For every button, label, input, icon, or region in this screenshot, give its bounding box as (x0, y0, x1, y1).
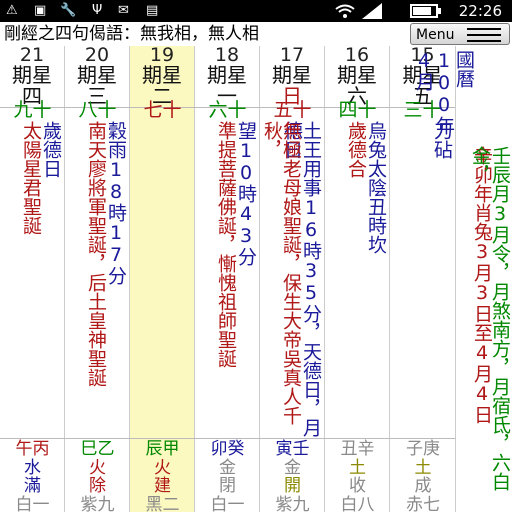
page-title: 剛經之四句偈語：無我相，無人相 (4, 24, 259, 44)
day-column-17[interactable]: 17 期星日五十 土王用事16時35分，天德日，月德日 無極老母娘聖誕，保生大帝吳真人… (260, 46, 325, 512)
ganzhi: 卯癸 (210, 439, 245, 459)
day-header: 21 期星四 (0, 46, 64, 107)
day-event: 刀砧 (431, 121, 453, 159)
weekday-label: 期星 (12, 63, 52, 87)
star-number: 紫九 (80, 495, 115, 512)
jianchu: 除 (89, 476, 106, 496)
wuxing: 金 (284, 458, 301, 478)
month-info-text: 壬辰月3月令，月煞南方，月宿氐，六白金， (469, 146, 511, 491)
day-column-21[interactable]: 21 期星四九十 歲德日 太陽星君聖誕午丙水滿白一 (0, 46, 65, 512)
day-event: 歲德日 (40, 121, 62, 178)
day-event: 穀雨18時17分 (105, 121, 127, 285)
usb-icon: Ψ (92, 3, 103, 18)
hamburger-icon (467, 28, 501, 42)
star-number: 黑二 (145, 495, 180, 512)
lunar-day: 六十 (208, 99, 247, 121)
jianchu: 開 (284, 476, 301, 496)
calendar-grid: 21 期星四九十 歲德日 太陽星君聖誕 午丙水滿白一 20 期星三八十 穀雨18時17分 南天廖… (0, 46, 512, 512)
sms-icon: ▤ (146, 3, 159, 18)
day-event: 無極老母娘聖誕，保生大帝吳真人千秋， (261, 121, 302, 425)
lunar-day: 四十 (338, 99, 377, 121)
year-month-label: 國曆100年4月 (413, 50, 475, 135)
day-column-18[interactable]: 18 期星一六十 望10時43分 準提菩薩佛誕，慚愧祖師聖誕卯癸金閉白一 (195, 46, 260, 512)
ganzhi: 子庚 (406, 439, 440, 459)
wuxing: 土 (414, 458, 432, 478)
clock: 22:26 (458, 2, 502, 20)
day-header: 18 期星一 (195, 46, 259, 107)
day-header: 20 期星三 (65, 46, 129, 107)
jianchu: 成 (414, 476, 432, 496)
jianchu: 閉 (219, 476, 236, 496)
lunar-day: 七十 (143, 99, 182, 121)
ganzhi: 午丙 (15, 439, 50, 459)
menu-label: Menu (416, 27, 455, 43)
day-event: 南天廖將軍聖誕，后土皇神聖誕 (85, 121, 107, 387)
wuxing: 火 (89, 458, 106, 478)
status-bar: ⚠ ▣ 🔧 Ψ ✉ ▤ 22:26 (0, 0, 512, 22)
day-event: 太陽星君聖誕 (20, 121, 42, 235)
star-number: 白一 (15, 495, 50, 512)
signal-icon (362, 3, 382, 19)
wuxing: 土 (349, 458, 366, 478)
weekday-label: 期星 (272, 63, 312, 87)
weekday-label: 期星 (337, 63, 377, 87)
ganzhi: 辰甲 (145, 439, 180, 459)
day-header: 16 期星六 (325, 46, 389, 107)
ganzhi: 寅壬 (275, 439, 310, 459)
jianchu: 滿 (24, 476, 41, 496)
weekday-label: 期星 (77, 63, 117, 87)
month-info-column: 國曆100年4月 辛卯年肖兔3月3日至4月4日 壬辰月3月令，月煞南方，月宿氐，六白… (413, 46, 512, 512)
lunar-day: 五十 (273, 99, 312, 121)
day-header: 19 期星二 (130, 46, 194, 107)
weekday-label: 期星 (207, 63, 247, 87)
wuxing: 金 (219, 458, 236, 478)
ganzhi: 巳乙 (80, 439, 115, 459)
day-event: 準提菩薩佛誕，慚愧祖師聖誕 (215, 121, 237, 368)
jianchu: 建 (154, 476, 171, 496)
star-number: 紫九 (275, 495, 310, 512)
weekday-label: 期星 (142, 63, 182, 87)
star-number: 赤七 (406, 495, 440, 512)
day-column-20[interactable]: 20 期星三八十 穀雨18時17分 南天廖將軍聖誕，后土皇神聖誕巳乙火除紫九 (65, 46, 130, 512)
day-header: 17 期星日 (260, 46, 324, 107)
star-number: 白八 (340, 495, 375, 512)
jianchu: 收 (349, 476, 366, 496)
wrench-icon: 🔧 (60, 3, 77, 18)
warning-icon: ⚠ (6, 3, 18, 18)
battery-icon (410, 4, 438, 18)
wuxing: 水 (24, 458, 41, 478)
day-event: 烏兔太陰丑時坎 (365, 121, 387, 254)
day-event: 歲德合 (345, 121, 367, 178)
day-column-19[interactable]: 19 期星二七十辰甲火建黑二 (130, 46, 195, 512)
wuxing: 火 (154, 458, 171, 478)
day-event: 望10時43分 (235, 121, 257, 266)
image-icon: ▣ (34, 3, 47, 18)
wifi-icon (335, 4, 355, 18)
day-column-16[interactable]: 16 期星六四十 烏兔太陰丑時坎 歲德合丑辛土收白八 (325, 46, 390, 512)
lunar-day: 九十 (13, 99, 52, 121)
mail-icon: ✉ (118, 3, 129, 18)
lunar-day: 八十 (78, 99, 117, 121)
ganzhi: 丑辛 (340, 439, 375, 459)
star-number: 白一 (210, 495, 245, 512)
menu-button[interactable]: Menu (410, 23, 510, 45)
